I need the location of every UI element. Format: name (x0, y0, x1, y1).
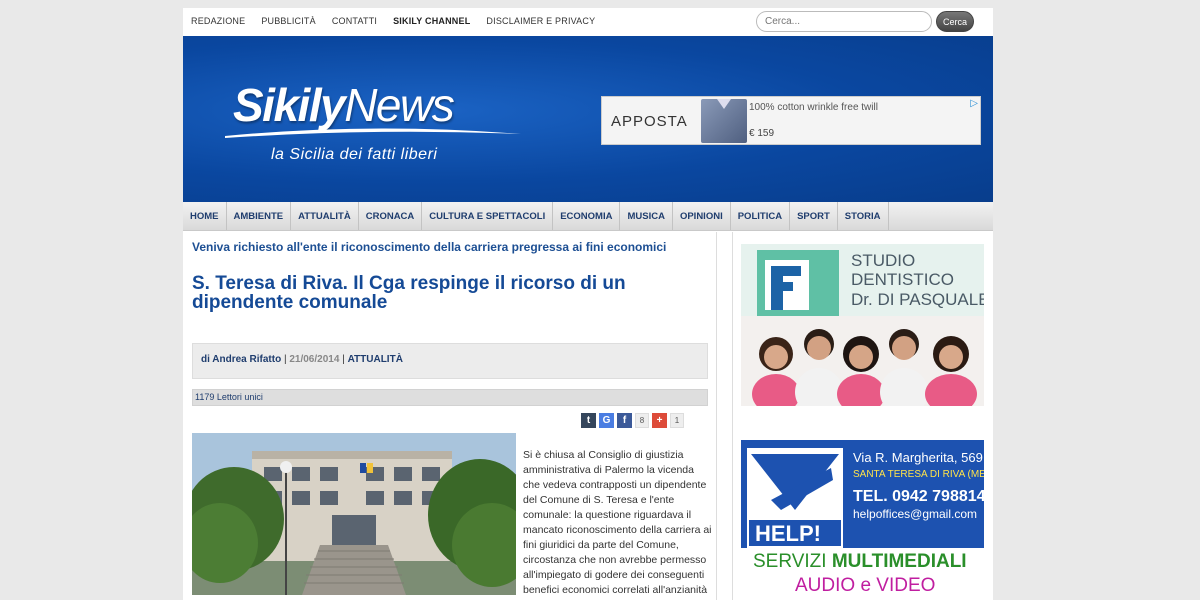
nav-politica[interactable]: POLITICA (731, 202, 791, 230)
nav-attualita[interactable]: ATTUALITÀ (291, 202, 359, 230)
main-nav: HOME AMBIENTE ATTUALITÀ CRONACA CULTURA … (183, 202, 993, 231)
column-divider (716, 232, 717, 600)
search-input[interactable] (756, 11, 932, 32)
site-logo[interactable]: SikilyNews la Sicilia dei fatti liberi (223, 74, 523, 174)
top-links: REDAZIONE PUBBLICITÀ CONTATTI SIKILY CHA… (191, 16, 611, 26)
article: Veniva richiesto all'ente il riconoscime… (192, 240, 712, 600)
nav-cronaca[interactable]: CRONACA (359, 202, 423, 230)
help-logo-text: HELP! (755, 521, 821, 546)
top-link-contatti[interactable]: CONTATTI (332, 16, 377, 26)
shirt-image (701, 99, 747, 143)
tumblr-icon[interactable]: t (581, 413, 596, 428)
article-category[interactable]: ATTUALITÀ (348, 354, 403, 365)
nav-opinioni[interactable]: OPINIONI (673, 202, 731, 230)
logo-wordmark: SikilyNews (233, 79, 455, 131)
article-date: 21/06/2014 (289, 354, 340, 365)
sidebar-divider (732, 232, 733, 600)
banner-ad[interactable]: APPOSTA 100% cotton wrinkle free twill €… (601, 96, 981, 145)
article-body: Si è chiusa al Consiglio di giustizia am… (523, 449, 712, 600)
logo-swoosh-icon (225, 128, 521, 138)
help-offices-banner: HELP! Via R. Margherita, 569 SANTA TERES… (741, 440, 984, 600)
top-link-redazione[interactable]: REDAZIONE (191, 16, 245, 26)
search-button[interactable]: Cerca (936, 11, 974, 32)
town-hall-image (192, 433, 516, 595)
help-audio-video: AUDIO e VIDEO (795, 575, 935, 596)
ad-brand: APPOSTA (611, 113, 688, 130)
help-telephone: TEL. 0942 798814 (853, 488, 984, 505)
site-header: SikilyNews la Sicilia dei fatti liberi A… (183, 36, 993, 202)
top-link-sikily-channel[interactable]: SIKILY CHANNEL (393, 16, 470, 26)
nav-cultura-spettacoli[interactable]: CULTURA E SPETTACOLI (422, 202, 554, 230)
article-title: S. Teresa di Riva. Il Cga respinge il ri… (192, 273, 626, 313)
studio-dentistico-ad[interactable]: STUDIO DENTISTICO Dr. DI PASQUALE (741, 244, 984, 406)
adchoices-icon[interactable]: ▷ (970, 98, 978, 109)
nav-storia[interactable]: STORIA (838, 202, 889, 230)
google-plus-icon[interactable]: + (652, 413, 667, 428)
nav-ambiente[interactable]: AMBIENTE (227, 202, 292, 230)
nav-sport[interactable]: SPORT (790, 202, 838, 230)
studio-dentistico-banner: STUDIO DENTISTICO Dr. DI PASQUALE (741, 244, 984, 406)
facebook-share-count: 8 (635, 413, 649, 428)
ad-price: € 159 (749, 128, 775, 139)
article-kicker: Veniva richiesto all'ente il riconoscime… (192, 240, 667, 254)
help-services-text: SERVIZI MULTIMEDIALI (753, 551, 967, 572)
facebook-icon[interactable]: f (617, 413, 632, 428)
google-plus-share-count: 1 (670, 413, 684, 428)
help-email: helpoffices@gmail.com (853, 507, 977, 521)
share-buttons: t G f 8 + 1 (581, 413, 684, 428)
studio-line-1: STUDIO (851, 251, 915, 270)
readers-count: 1179 Lettori unici (192, 389, 708, 406)
studio-line-2: DENTISTICO (851, 270, 954, 289)
studio-line-3: Dr. DI PASQUALE (851, 290, 984, 309)
top-link-disclaimer[interactable]: DISCLAIMER E PRIVACY (486, 16, 595, 26)
top-bar: REDAZIONE PUBBLICITÀ CONTATTI SIKILY CHA… (183, 8, 993, 36)
help-address-1: Via R. Margherita, 569 (853, 450, 983, 465)
logo-tagline: la Sicilia dei fatti liberi (271, 146, 438, 163)
nav-musica[interactable]: MUSICA (620, 202, 673, 230)
article-photo (192, 433, 516, 595)
article-author[interactable]: di Andrea Rifatto (201, 354, 281, 365)
article-meta: di Andrea Rifatto | 21/06/2014 | ATTUALI… (192, 343, 708, 379)
nav-economia[interactable]: ECONOMIA (553, 202, 621, 230)
help-offices-ad[interactable]: HELP! Via R. Margherita, 569 SANTA TERES… (741, 440, 984, 600)
top-link-pubblicita[interactable]: PUBBLICITÀ (261, 16, 316, 26)
nav-home[interactable]: HOME (183, 202, 227, 230)
google-icon[interactable]: G (599, 413, 614, 428)
ad-text: 100% cotton wrinkle free twill (749, 102, 878, 113)
help-address-2: SANTA TERESA DI RIVA (ME) (853, 469, 984, 480)
